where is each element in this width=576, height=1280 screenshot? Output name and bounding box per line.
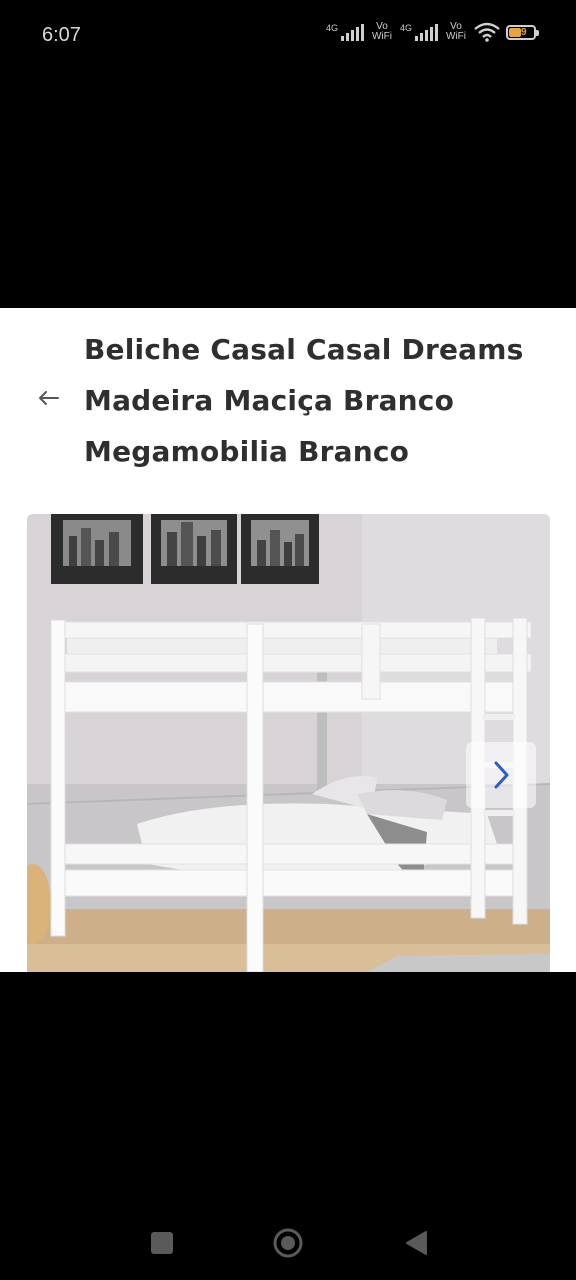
sim2-network-tag: 4G [399,23,412,33]
sim1-network-tag: 4G [325,23,338,33]
arrow-left-icon [39,391,59,405]
home-button[interactable] [272,1227,304,1259]
volte-wifi-label: Vo WiFi [371,21,392,42]
signal-icon: 4G [400,23,438,41]
volte-wifi-label: Vo WiFi [446,21,466,42]
image-carousel[interactable] [27,514,550,972]
product-title-line: Beliche Casal Casal Dreams [84,333,524,366]
next-image-button[interactable] [466,742,536,808]
navigation-bar [0,1200,576,1280]
product-panel: Beliche Casal Casal Dreams Madeira Maciç… [0,308,576,972]
wifi-icon [474,22,500,42]
circle-icon [273,1228,303,1258]
wall-picture [51,514,143,584]
battery-icon: 49 [506,24,539,40]
product-title: Beliche Casal Casal Dreams Madeira Maciç… [84,324,554,477]
status-icons: 4G Vo WiFi 4G Vo WiFi 49 [326,21,539,42]
recents-button[interactable] [151,1232,173,1254]
chevron-right-icon [494,761,509,789]
status-bar: 6:07 4G Vo WiFi 4G Vo WiFi 49 [0,0,576,72]
product-title-line: Madeira Maciça Branco [84,384,455,417]
wall-picture [241,514,319,584]
status-time: 6:07 [42,24,81,46]
battery-level: 49 [515,26,527,38]
wall-picture [151,514,237,584]
signal-icon: 4G [326,23,364,41]
product-title-line: Megamobilia Branco [84,435,410,468]
triangle-back-icon [406,1231,427,1255]
back-button[interactable] [34,384,62,412]
nav-back-button[interactable] [404,1230,428,1256]
